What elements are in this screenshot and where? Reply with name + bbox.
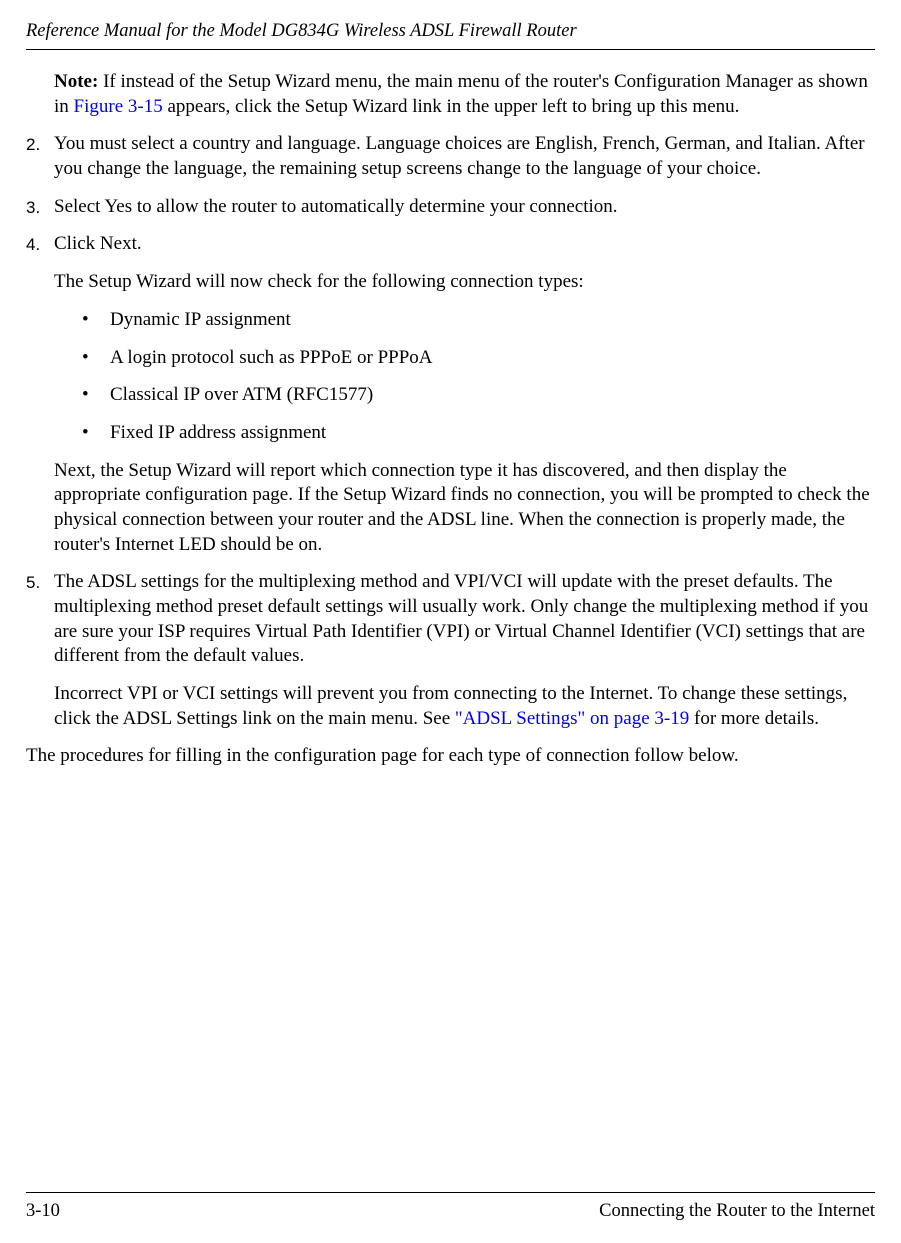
- note-paragraph: Note: If instead of the Setup Wizard men…: [54, 70, 875, 119]
- bullet-item: • Dynamic IP assignment: [54, 308, 875, 333]
- bullet-icon: •: [82, 421, 110, 446]
- step-2: 2. You must select a country and languag…: [26, 132, 875, 181]
- page-number: 3-10: [26, 1199, 60, 1223]
- bullet-text: Dynamic IP assignment: [110, 308, 291, 333]
- step-5: 5. The ADSL settings for the multiplexin…: [26, 570, 875, 731]
- page-header: Reference Manual for the Model DG834G Wi…: [26, 19, 875, 50]
- bullet-text: A login protocol such as PPPoE or PPPoA: [110, 346, 433, 371]
- section-title: Connecting the Router to the Internet: [599, 1199, 875, 1223]
- bullet-text: Classical IP over ATM (RFC1577): [110, 383, 373, 408]
- note-text-after: appears, click the Setup Wizard link in …: [163, 96, 740, 117]
- bullet-item: • Classical IP over ATM (RFC1577): [54, 383, 875, 408]
- page-content: Note: If instead of the Setup Wizard men…: [26, 70, 875, 782]
- step-text: Select Yes to allow the router to automa…: [54, 195, 875, 220]
- closing-paragraph: The procedures for filling in the config…: [26, 744, 875, 769]
- step-text: Incorrect VPI or VCI settings will preve…: [54, 682, 875, 731]
- step-4: 4. Click Next. The Setup Wizard will now…: [26, 232, 875, 557]
- bullet-item: • Fixed IP address assignment: [54, 421, 875, 446]
- bullet-icon: •: [82, 383, 110, 408]
- figure-link[interactable]: Figure 3-15: [74, 96, 163, 117]
- step-3: 3. Select Yes to allow the router to aut…: [26, 195, 875, 220]
- bullet-text: Fixed IP address assignment: [110, 421, 326, 446]
- step-number: 3.: [26, 195, 54, 220]
- note-label: Note:: [54, 71, 98, 92]
- step-text-after: for more details.: [689, 708, 819, 729]
- step-number: 2.: [26, 132, 54, 181]
- step-text: Next, the Setup Wizard will report which…: [54, 459, 875, 558]
- step-text: You must select a country and language. …: [54, 132, 875, 181]
- bullet-icon: •: [82, 308, 110, 333]
- manual-title: Reference Manual for the Model DG834G Wi…: [26, 21, 577, 41]
- bullet-item: • A login protocol such as PPPoE or PPPo…: [54, 346, 875, 371]
- step-number: 5.: [26, 570, 54, 731]
- step-text: The Setup Wizard will now check for the …: [54, 270, 875, 295]
- bullet-icon: •: [82, 346, 110, 371]
- step-number: 4.: [26, 232, 54, 557]
- adsl-settings-link[interactable]: "ADSL Settings" on page 3-19: [455, 708, 689, 729]
- step-text: Click Next.: [54, 232, 875, 257]
- step-text: The ADSL settings for the multiplexing m…: [54, 570, 875, 669]
